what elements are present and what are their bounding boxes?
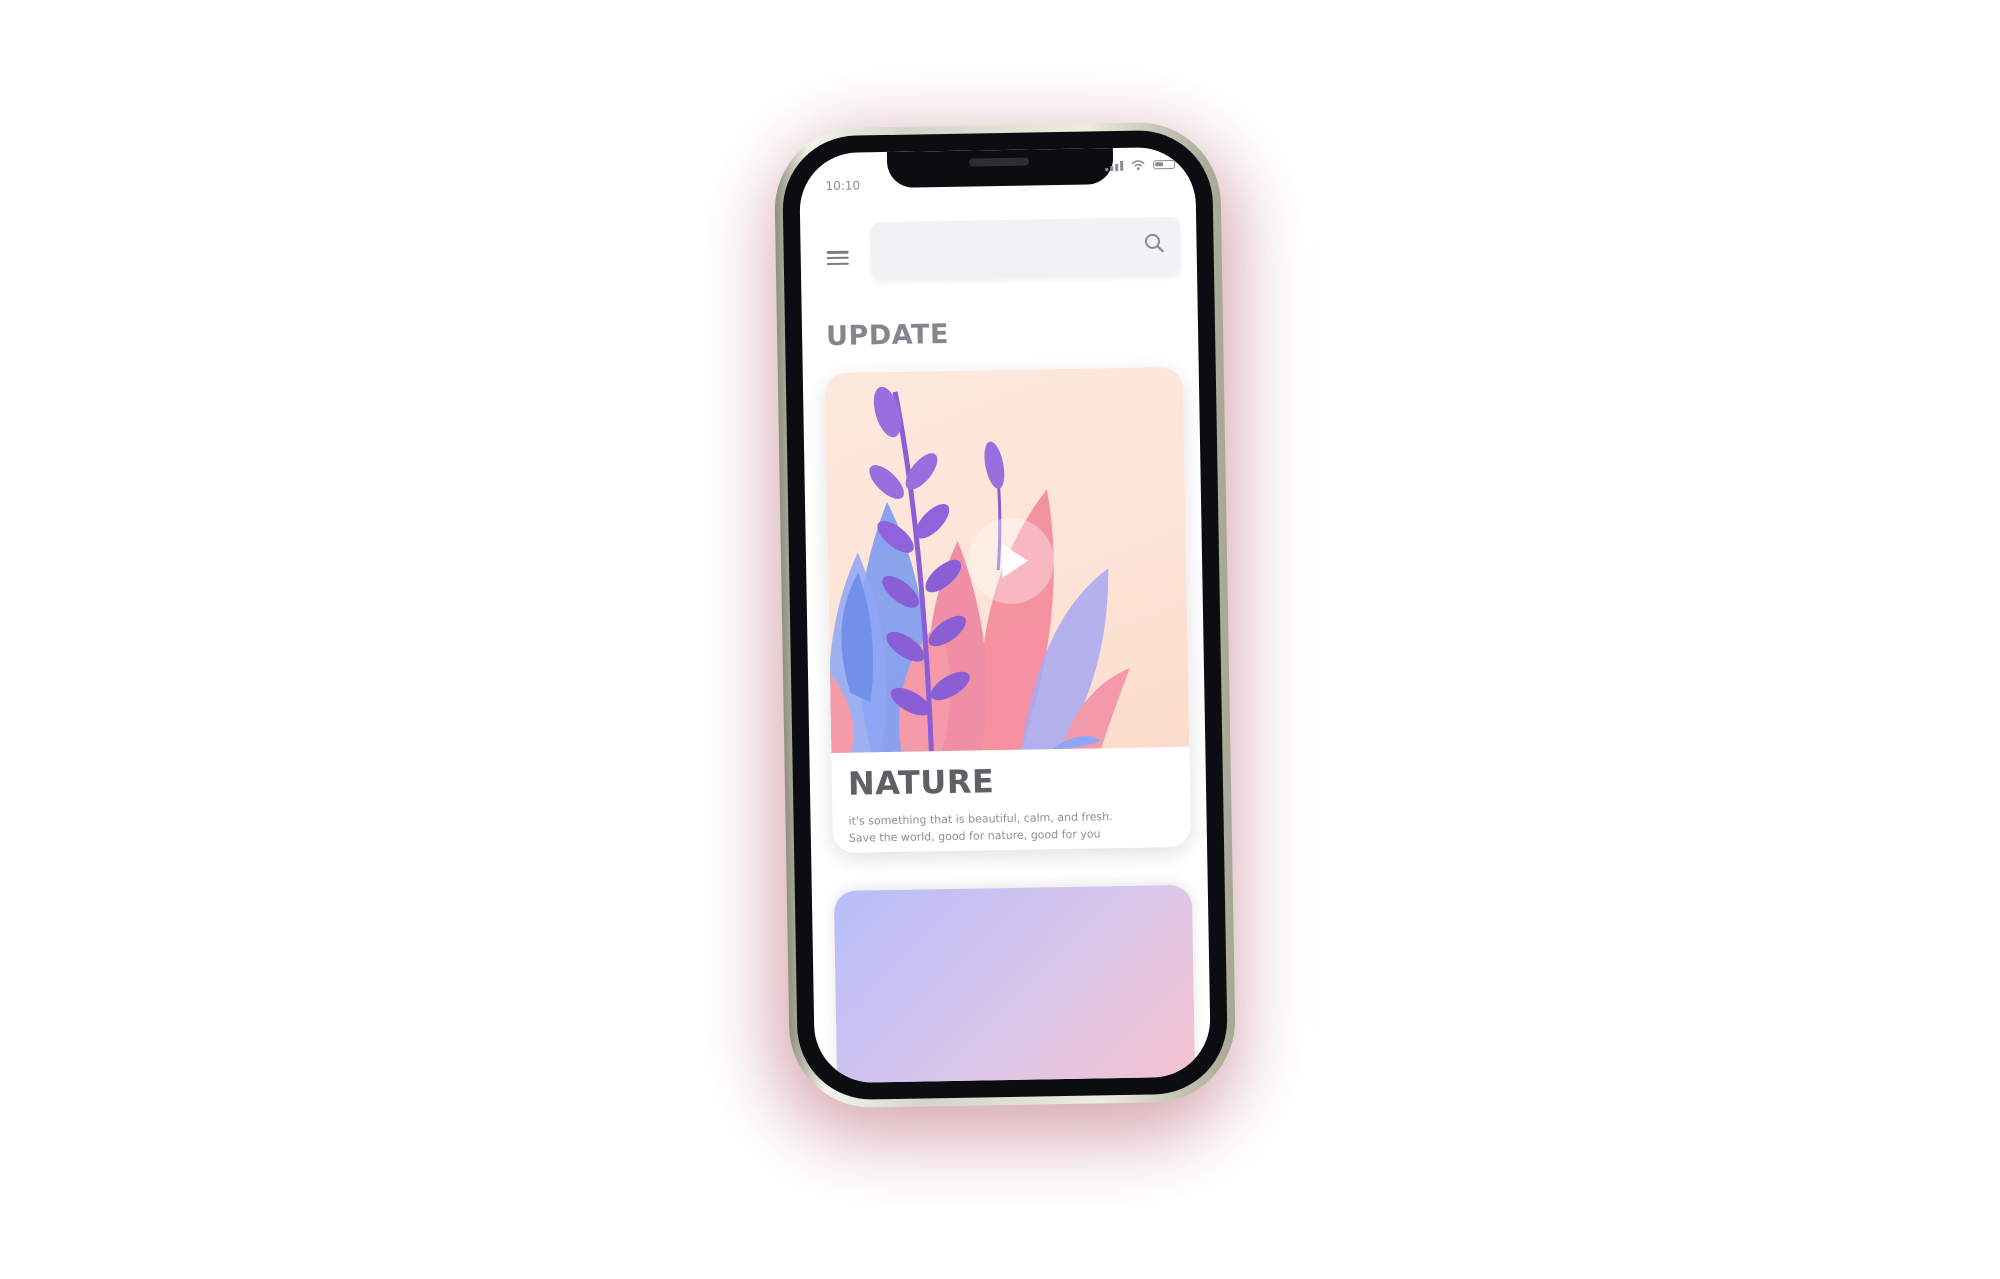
battery-icon	[1153, 159, 1176, 170]
search-bar	[870, 216, 1182, 281]
section-title: UPDATE	[825, 318, 950, 353]
card-description: it's something that is beautiful, calm, …	[848, 807, 1169, 847]
phone-bezel: 10:10 UPDATE NATURE it's something that …	[781, 129, 1229, 1101]
phone-screen: 10:10 UPDATE NATURE it's something that …	[798, 146, 1212, 1084]
play-icon	[1001, 544, 1029, 579]
signal-icon	[1105, 160, 1124, 171]
play-button[interactable]	[967, 517, 1055, 605]
stage: 10:10 UPDATE NATURE it's something that …	[0, 0, 2000, 1279]
search-icon[interactable]	[1142, 231, 1166, 255]
card-title: NATURE	[847, 762, 995, 803]
nature-card[interactable]: NATURE it's something that is beautiful,…	[824, 366, 1192, 854]
status-time: 10:10	[825, 178, 861, 194]
earpiece-speaker	[969, 157, 1030, 167]
gradient-card[interactable]	[833, 884, 1196, 1084]
search-input[interactable]	[884, 231, 1139, 269]
status-icons	[1105, 159, 1176, 171]
wifi-icon	[1131, 160, 1145, 171]
menu-icon[interactable]	[826, 250, 849, 266]
card-illustration	[824, 366, 1190, 754]
phone-notch	[886, 148, 1114, 188]
phone-device: 10:10 UPDATE NATURE it's something that …	[773, 121, 1237, 1109]
